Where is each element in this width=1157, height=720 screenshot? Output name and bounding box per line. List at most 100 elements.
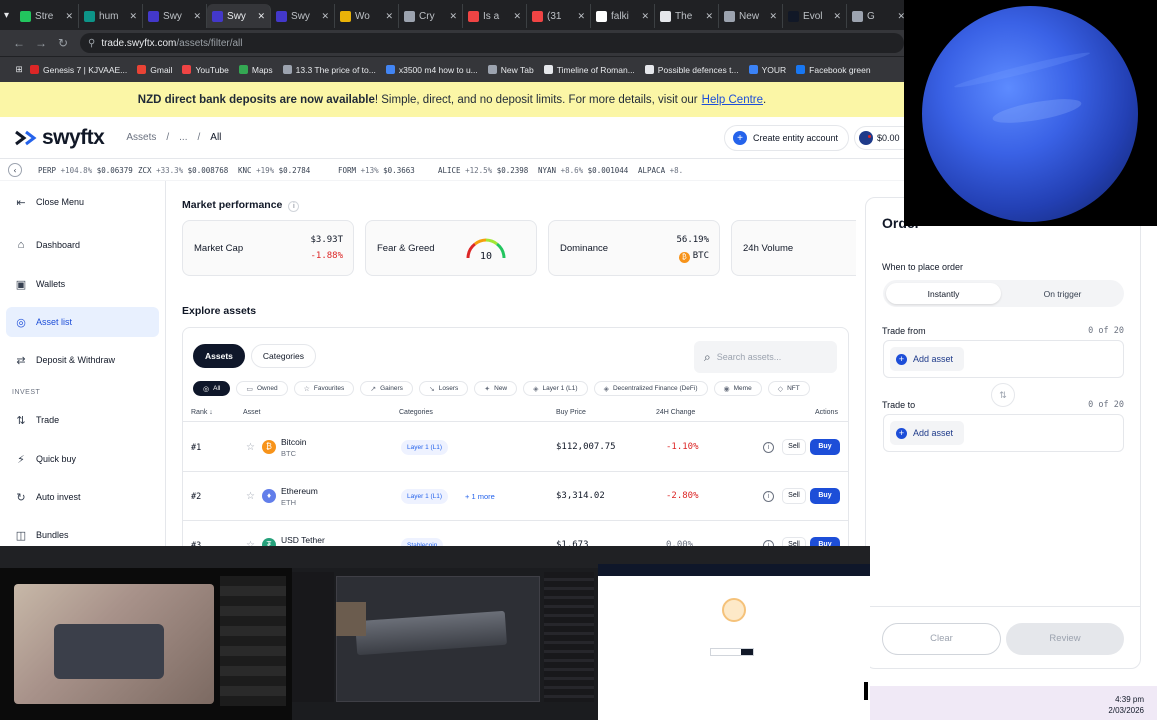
sell-button[interactable]: Sell (782, 488, 806, 504)
browser-tab[interactable]: Swy ✕ (143, 4, 208, 28)
browser-tab[interactable]: Is a ✕ (463, 4, 528, 28)
shared-window-video[interactable] (0, 546, 292, 720)
breadcrumb-ellipsis[interactable]: ... (179, 132, 187, 143)
close-tab-icon[interactable]: ✕ (321, 11, 329, 22)
favourite-star-icon[interactable]: ☆ (246, 442, 255, 453)
breadcrumb-assets[interactable]: Assets (126, 132, 156, 143)
browser-tab[interactable]: Stre ✕ (15, 4, 80, 28)
ticker-item[interactable]: NYAN +8.6% $0.001044 (538, 166, 638, 175)
ticker-item[interactable]: FORM +13% $0.3663 (338, 166, 438, 175)
sidebar-item-dashboard[interactable]: ⌂ Dashboard (6, 230, 159, 260)
create-entity-button[interactable]: + Create entity account (724, 125, 849, 151)
bookmark-item[interactable]: 13.3 The price of to... (282, 65, 376, 75)
tab-search-icon[interactable]: ▾ (4, 5, 9, 25)
bookmark-item[interactable]: YouTube (182, 65, 229, 75)
filter-chip-owned[interactable]: ▭ Owned (236, 381, 288, 396)
sidebar-item-trade[interactable]: ⇅ Trade (6, 405, 159, 435)
col-buy-price[interactable]: Buy Price (556, 409, 586, 416)
browser-tab[interactable]: hum ✕ (79, 4, 144, 28)
browser-tab[interactable]: Swy ✕ (271, 4, 336, 28)
ticker-info-icon[interactable]: ‹ (8, 163, 22, 177)
close-tab-icon[interactable]: ✕ (577, 11, 585, 22)
close-tab-icon[interactable]: ✕ (129, 11, 137, 22)
sidebar-item-deposit-withdraw[interactable]: ⇄ Deposit & Withdraw (6, 345, 159, 375)
col-rank[interactable]: Rank ↓ (191, 409, 213, 416)
swyftx-logo[interactable]: swyftx (14, 126, 105, 150)
browser-tab[interactable]: The ✕ (655, 4, 720, 28)
apps-grid-icon[interactable]: ⊞ (8, 64, 30, 75)
on-trigger-option[interactable]: On trigger (1005, 283, 1120, 304)
shared-window-stream[interactable] (292, 546, 598, 720)
sidebar-item-wallets[interactable]: ▣ Wallets (6, 269, 159, 299)
close-tab-icon[interactable]: ✕ (193, 11, 201, 22)
shared-window-login[interactable] (598, 546, 870, 720)
filter-chip-decentralized-finance-defi[interactable]: ◈ Decentralized Finance (DeFi) (593, 381, 708, 396)
clock-time[interactable]: 4:39 pm (1115, 695, 1144, 704)
asset-info-icon[interactable]: i (763, 491, 774, 502)
ticker-item[interactable]: ALPACA +8. (638, 166, 738, 175)
category-badge[interactable]: Layer 1 (L1) (401, 440, 449, 455)
browser-tab[interactable]: G ✕ (847, 4, 912, 28)
ticker-item[interactable]: ALICE +12.5% $0.2398 (438, 166, 538, 175)
ticker-item[interactable]: PERP +104.8% $0.06379 (38, 166, 138, 175)
bookmark-item[interactable]: Facebook green (796, 65, 871, 75)
tab-assets[interactable]: Assets (193, 344, 245, 368)
ticker-item[interactable]: KNC +19% $0.2784 (238, 166, 338, 175)
browser-tab[interactable]: Evol ✕ (783, 4, 848, 28)
favourite-star-icon[interactable]: ☆ (246, 491, 255, 502)
site-info-icon[interactable]: ⚲ (88, 38, 95, 49)
url-field[interactable]: ⚲ trade.swyftx.com/assets/filter/all (80, 33, 904, 53)
forward-icon[interactable]: → (30, 36, 52, 50)
bookmark-item[interactable]: Gmail (137, 65, 172, 75)
tab-categories[interactable]: Categories (250, 344, 316, 368)
sell-button[interactable]: Sell (782, 439, 806, 455)
browser-tab[interactable]: falki ✕ (591, 4, 656, 28)
reload-icon[interactable]: ↻ (52, 36, 74, 50)
filter-chip-new[interactable]: ✦ New (474, 381, 518, 396)
category-badge[interactable]: Layer 1 (L1) (401, 489, 449, 504)
close-tab-icon[interactable]: ✕ (513, 11, 521, 22)
info-icon[interactable]: i (288, 201, 300, 212)
back-icon[interactable]: ← (8, 36, 30, 50)
close-tab-icon[interactable]: ✕ (641, 11, 649, 22)
browser-tab[interactable]: New ✕ (719, 4, 784, 28)
swap-direction-icon[interactable]: ⇅ (991, 383, 1015, 407)
filter-chip-layer-1-l1[interactable]: ◈ Layer 1 (L1) (523, 381, 588, 396)
add-from-asset-button[interactable]: + Add asset (890, 347, 964, 371)
close-tab-icon[interactable]: ✕ (65, 11, 73, 22)
filter-chip-losers[interactable]: ↘ Losers (418, 381, 469, 396)
col-24h-change[interactable]: 24H Change (656, 409, 695, 416)
close-tab-icon[interactable]: ✕ (705, 11, 713, 22)
filter-chip-favourites[interactable]: ☆ Favourites (293, 381, 355, 396)
search-assets-input[interactable]: ⌕ Search assets... (694, 341, 837, 373)
filter-chip-gainers[interactable]: ↗ Gainers (360, 381, 413, 396)
filter-chip-nft[interactable]: ◇ NFT (767, 381, 810, 396)
add-to-asset-button[interactable]: + Add asset (890, 421, 964, 445)
sidebar-item-quick-buy[interactable]: ⚡ Quick buy (6, 444, 159, 474)
help-centre-link[interactable]: Help Centre (702, 94, 763, 106)
close-tab-icon[interactable]: ✕ (449, 11, 457, 22)
close-tab-icon[interactable]: ✕ (833, 11, 841, 22)
sidebar-item-asset-list[interactable]: ◎ Asset list (6, 307, 159, 337)
browser-tab[interactable]: Swy ✕ (207, 4, 272, 28)
clear-button[interactable]: Clear (882, 623, 1001, 655)
filter-chip-all[interactable]: ◎ All (193, 381, 231, 396)
buy-button[interactable]: Buy (810, 488, 840, 504)
bookmark-item[interactable]: Timeline of Roman... (543, 65, 635, 75)
close-tab-icon[interactable]: ✕ (257, 11, 265, 22)
close-menu-button[interactable]: ⇤ Close Menu (6, 187, 159, 217)
close-tab-icon[interactable]: ✕ (769, 11, 777, 22)
bookmark-item[interactable]: YOUR (748, 65, 786, 75)
asset-info-icon[interactable]: i (763, 442, 774, 453)
bookmark-item[interactable]: x3500 m4 how to u... (385, 65, 478, 75)
bookmark-item[interactable]: New Tab (487, 65, 534, 75)
more-categories-link[interactable]: + 1 more (465, 492, 495, 501)
sidebar-item-auto-invest[interactable]: ↻ Auto invest (6, 482, 159, 512)
instantly-option[interactable]: Instantly (886, 283, 1001, 304)
browser-tab[interactable]: Cry ✕ (399, 4, 464, 28)
bookmark-item[interactable]: Genesis 7 | KJVAAE... (30, 65, 127, 75)
clock-date[interactable]: 2/03/2026 (1108, 706, 1144, 715)
browser-tab[interactable]: (31 ✕ (527, 4, 592, 28)
bookmark-item[interactable]: Possible defences t... (644, 65, 739, 75)
table-row[interactable]: #1 ☆ ₿ Bitcoin BTC Layer 1 (L1) $112,007.75 -1.… (183, 423, 848, 472)
